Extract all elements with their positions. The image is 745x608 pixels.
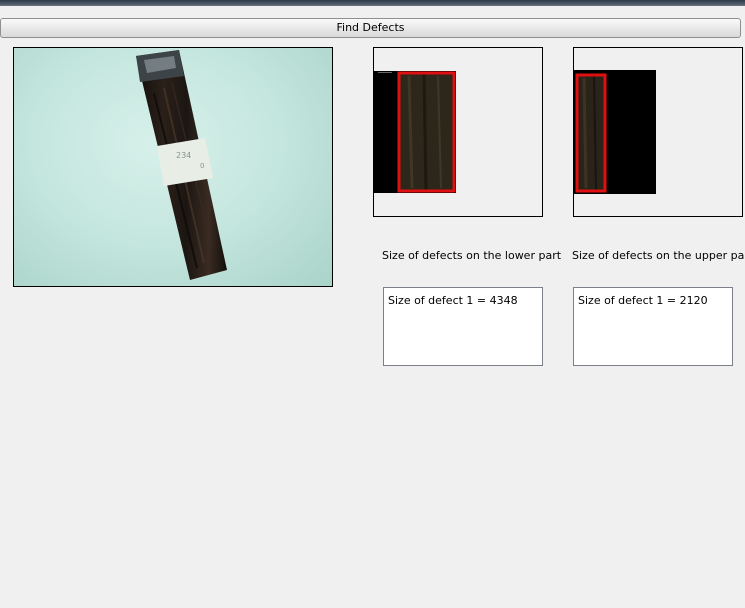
lower-defects-listbox[interactable]: Size of defect 1 = 4348 xyxy=(383,287,543,366)
list-item[interactable]: Size of defect 1 = 2120 xyxy=(578,294,728,307)
lower-part-caption: Size of defects on the lower part xyxy=(382,249,562,262)
upper-part-caption: Size of defects on the upper part xyxy=(572,249,745,262)
upper-part-preview xyxy=(573,47,743,217)
camera-image: 234 0 xyxy=(13,47,333,287)
list-item[interactable]: Size of defect 1 = 4348 xyxy=(388,294,538,307)
label-text: 234 xyxy=(176,151,191,160)
upper-defects-listbox[interactable]: Size of defect 1 = 2120 xyxy=(573,287,733,366)
window-title-bar xyxy=(0,0,745,6)
upper-part-image xyxy=(574,70,656,194)
find-defects-button[interactable]: Find Defects xyxy=(0,18,741,38)
label-subtext: 0 xyxy=(200,162,204,170)
lower-part-preview xyxy=(373,47,543,217)
wood-strip-image: 234 0 xyxy=(136,50,227,280)
lower-part-image xyxy=(374,71,456,193)
